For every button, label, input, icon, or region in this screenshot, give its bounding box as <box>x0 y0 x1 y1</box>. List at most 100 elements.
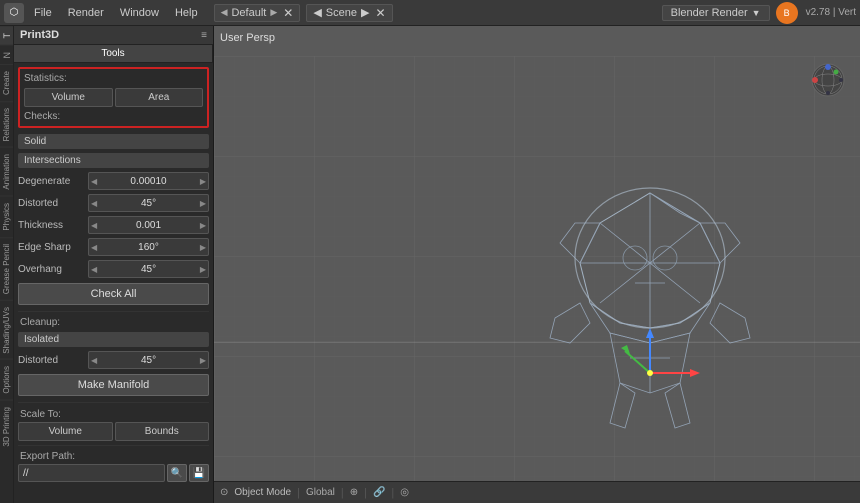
workspace-prev-icon[interactable]: ◀ <box>221 7 228 18</box>
snap-icon[interactable]: 🔗 <box>373 487 385 498</box>
distorted-cleanup-right-arrow[interactable]: ▶ <box>200 356 206 365</box>
global-local-toggle[interactable]: Global <box>306 487 335 498</box>
workspace-next-icon[interactable]: ▶ <box>270 7 277 18</box>
divider-2 <box>18 402 209 403</box>
edge-sharp-val-text: 160° <box>138 242 159 253</box>
left-tab-physics[interactable]: Physics <box>0 196 13 237</box>
edge-sharp-right-arrow[interactable]: ▶ <box>200 243 206 252</box>
menu-help[interactable]: Help <box>167 5 206 21</box>
export-path-row: 🔍 💾 <box>18 464 209 482</box>
viewport-label: User Persp <box>220 32 275 44</box>
left-tab-3dprinting[interactable]: 3D Printing <box>0 400 13 453</box>
scene-add-icon[interactable]: ✕ <box>375 6 385 20</box>
thickness-right-arrow[interactable]: ▶ <box>200 221 206 230</box>
left-tab-properties[interactable]: N <box>0 45 13 65</box>
statistics-section: Statistics: Volume Area Checks: <box>18 67 209 128</box>
volume-button[interactable]: Volume <box>24 88 113 107</box>
engine-dropdown-icon[interactable]: ▼ <box>752 8 761 18</box>
make-manifold-button[interactable]: Make Manifold <box>18 374 209 396</box>
side-panel: Print3D ≡ Tools Statistics: Volume Area … <box>14 26 214 503</box>
scale-buttons: Volume Bounds <box>18 422 209 441</box>
overhang-value[interactable]: ◀ 45° ▶ <box>88 260 209 278</box>
navigation-widget <box>810 62 846 98</box>
menu-window[interactable]: Window <box>112 5 167 21</box>
stats-buttons: Volume Area <box>24 88 203 107</box>
degenerate-val-text: 0.00010 <box>130 176 166 187</box>
menu-bar: File Render Window Help <box>26 5 206 21</box>
edge-sharp-row: Edge Sharp ◀ 160° ▶ <box>18 237 209 257</box>
checks-label-inner: Checks: <box>24 111 203 122</box>
degenerate-right-arrow[interactable]: ▶ <box>200 177 206 186</box>
edge-sharp-value[interactable]: ◀ 160° ▶ <box>88 238 209 256</box>
solid-section-header[interactable]: Solid <box>18 134 209 149</box>
viewport-mode-icon[interactable]: ⊙ <box>220 487 228 498</box>
distorted-cleanup-val-text: 45° <box>141 355 156 366</box>
engine-label: Blender Render <box>671 7 748 19</box>
tab-tools[interactable]: Tools <box>14 45 213 62</box>
thickness-value[interactable]: ◀ 0.001 ▶ <box>88 216 209 234</box>
panel-header[interactable]: Print3D ≡ <box>14 26 213 45</box>
overhang-right-arrow[interactable]: ▶ <box>200 265 206 274</box>
overhang-left-arrow[interactable]: ◀ <box>91 265 97 274</box>
thickness-left-arrow[interactable]: ◀ <box>91 221 97 230</box>
main-content: T N Create Relations Animation Physics G… <box>0 26 860 503</box>
panel-title: Print3D <box>20 29 59 41</box>
degenerate-label: Degenerate <box>18 176 88 187</box>
distorted-checks-label: Distorted <box>18 198 88 209</box>
edge-sharp-label: Edge Sharp <box>18 242 88 253</box>
scale-to-label: Scale To: <box>14 406 213 421</box>
left-tabs: T N Create Relations Animation Physics G… <box>0 26 14 503</box>
check-all-button[interactable]: Check All <box>18 283 209 305</box>
export-path-save-icon[interactable]: 💾 <box>189 464 209 482</box>
cleanup-label: Cleanup: <box>14 315 213 330</box>
app-icon[interactable]: ⬡ <box>4 3 24 23</box>
export-path-input[interactable] <box>18 464 165 482</box>
menu-file[interactable]: File <box>26 5 60 21</box>
left-tab-tools[interactable]: T <box>0 26 13 45</box>
distorted-checks-left-arrow[interactable]: ◀ <box>91 199 97 208</box>
divider-3 <box>18 445 209 446</box>
panel-tabs: Tools <box>14 45 213 63</box>
viewport-bottom-toolbar: ⊙ Object Mode | Global | ⊕ | 🔗 | ◎ <box>214 481 860 503</box>
proportional-icon[interactable]: ◎ <box>400 487 409 498</box>
engine-selector[interactable]: Blender Render ▼ <box>662 5 770 21</box>
scale-volume-button[interactable]: Volume <box>18 422 113 441</box>
viewport[interactable]: User Persp <box>214 26 860 503</box>
left-tab-shading[interactable]: Shading/UVs <box>0 300 13 360</box>
viewport-mode-label: Object Mode <box>234 487 291 498</box>
distorted-checks-right-arrow[interactable]: ▶ <box>200 199 206 208</box>
degenerate-value[interactable]: ◀ 0.00010 ▶ <box>88 172 209 190</box>
pivot-icon[interactable]: ⊕ <box>350 487 358 498</box>
scene-prev-icon[interactable]: ◀ <box>313 6 321 19</box>
intersections-section-header[interactable]: Intersections <box>18 153 209 168</box>
workspace-selector[interactable]: ◀ Default ▶ ✕ <box>214 4 301 22</box>
distorted-cleanup-label: Distorted <box>18 355 88 366</box>
workspace-add-icon[interactable]: ✕ <box>283 6 293 20</box>
isolated-section-header[interactable]: Isolated <box>18 332 209 347</box>
export-path-browse-icon[interactable]: 🔍 <box>167 464 187 482</box>
menu-render[interactable]: Render <box>60 5 112 21</box>
overhang-label: Overhang <box>18 264 88 275</box>
thickness-label: Thickness <box>18 220 88 231</box>
distorted-cleanup-row: Distorted ◀ 45° ▶ <box>18 350 209 370</box>
scale-bounds-button[interactable]: Bounds <box>115 422 210 441</box>
export-path-label: Export Path: <box>14 449 213 463</box>
degenerate-left-arrow[interactable]: ◀ <box>91 177 97 186</box>
scene-selector[interactable]: ◀ Scene ▶ ✕ <box>306 4 392 22</box>
edge-sharp-left-arrow[interactable]: ◀ <box>91 243 97 252</box>
3d-model <box>480 173 820 443</box>
left-tab-grease[interactable]: Grease Pencil <box>0 237 13 300</box>
left-tab-relations[interactable]: Relations <box>0 101 13 147</box>
left-tab-options[interactable]: Options <box>0 359 13 400</box>
scene-next-icon[interactable]: ▶ <box>361 6 369 19</box>
area-button[interactable]: Area <box>115 88 204 107</box>
left-tab-create[interactable]: Create <box>0 64 13 101</box>
left-tab-animation[interactable]: Animation <box>0 147 13 196</box>
degenerate-row: Degenerate ◀ 0.00010 ▶ <box>18 171 209 191</box>
distorted-checks-row: Distorted ◀ 45° ▶ <box>18 193 209 213</box>
distorted-checks-val-text: 45° <box>141 198 156 209</box>
panel-menu-icon[interactable]: ≡ <box>201 30 207 41</box>
distorted-checks-value[interactable]: ◀ 45° ▶ <box>88 194 209 212</box>
distorted-cleanup-left-arrow[interactable]: ◀ <box>91 356 97 365</box>
distorted-cleanup-value[interactable]: ◀ 45° ▶ <box>88 351 209 369</box>
